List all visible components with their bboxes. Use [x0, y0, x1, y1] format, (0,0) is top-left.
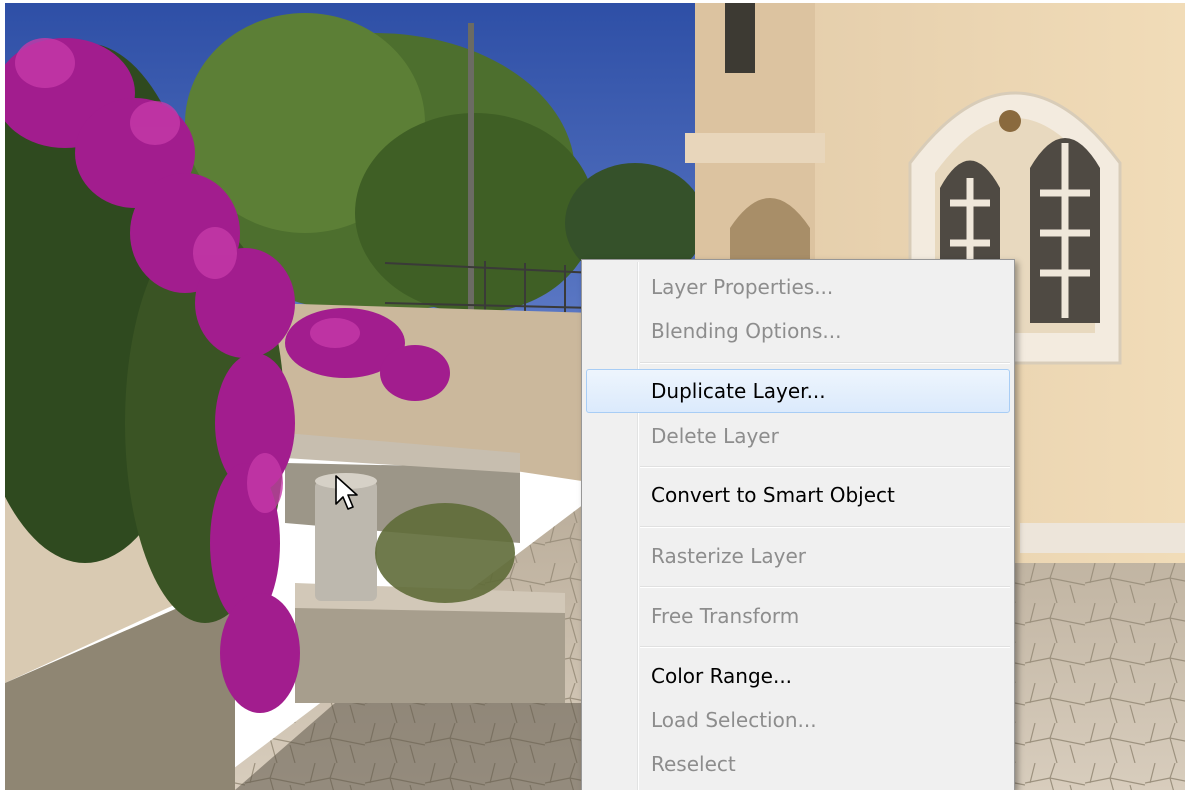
menu-item-blending-options[interactable]: Blending Options... — [586, 309, 1010, 353]
menu-separator — [640, 526, 1010, 528]
menu-item-convert-to-smart-object[interactable]: Convert to Smart Object — [586, 473, 1010, 517]
menu-item-delete-layer[interactable]: Delete Layer — [586, 414, 1010, 458]
menu-item-layer-properties[interactable]: Layer Properties... — [586, 265, 1010, 309]
menu-item-duplicate-layer[interactable]: Duplicate Layer... — [586, 369, 1010, 413]
menu-separator — [640, 466, 1010, 468]
menu-separator — [640, 646, 1010, 648]
menu-item-free-transform[interactable]: Free Transform — [586, 594, 1010, 638]
arrow-cursor-icon — [335, 475, 358, 510]
layer-context-menu: Layer Properties... Blending Options... … — [581, 259, 1015, 790]
menu-item-reselect[interactable]: Reselect — [586, 742, 1010, 786]
menu-separator — [640, 362, 1010, 364]
menu-item-load-selection[interactable]: Load Selection... — [586, 698, 1010, 742]
menu-item-color-range[interactable]: Color Range... — [586, 654, 1010, 698]
menu-separator — [640, 586, 1010, 588]
menu-item-rasterize-layer[interactable]: Rasterize Layer — [586, 534, 1010, 578]
